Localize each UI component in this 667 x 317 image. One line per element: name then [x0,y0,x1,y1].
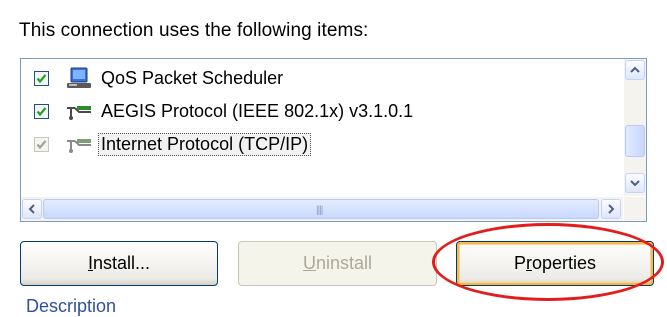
items-list-heading: This connection uses the following items… [19,20,369,41]
chevron-right-icon [608,204,615,214]
properties-label-post: operties [531,253,597,273]
properties-label-pre: P [513,253,526,273]
uninstall-label-post: ninstall [315,253,373,273]
uninstall-button[interactable]: Uninstall [238,241,437,286]
components-listbox[interactable]: QoS Packet Scheduler AEGIS Protocol (IEE… [20,58,647,222]
horizontal-scroll-thumb[interactable]: |||| [43,199,599,219]
scroll-down-button[interactable] [625,173,645,193]
install-button[interactable]: Install... [20,241,218,286]
protocol-icon [65,133,93,157]
network-service-icon [65,67,93,91]
scrollbar-corner [624,197,646,221]
aegis-label: AEGIS Protocol (IEEE 802.1x) v3.1.0.1 [101,101,414,121]
description-groupbox-label: Description [26,296,117,316]
protocol-icon [65,100,93,124]
uninstall-label-accel: U [302,253,316,273]
tcpip-checkbox[interactable] [34,137,49,152]
qos-label: QoS Packet Scheduler [101,68,284,88]
scroll-left-button[interactable] [22,199,42,219]
chevron-up-icon [630,66,640,73]
tcpip-label: Internet Protocol (TCP/IP) [98,133,312,156]
qos-checkbox[interactable] [34,71,49,86]
components-list-area: QoS Packet Scheduler AEGIS Protocol (IEE… [21,59,623,196]
chevron-left-icon [28,204,35,214]
properties-button[interactable]: Pr operties [456,241,654,286]
chevron-down-icon [630,180,640,187]
vertical-scrollbar[interactable] [624,59,646,196]
vertical-scroll-thumb[interactable] [625,125,645,157]
scroll-up-button[interactable] [625,60,645,80]
install-label-post: nstall... [92,253,151,273]
scroll-right-button[interactable] [601,199,621,219]
grip-icon: |||| [316,205,323,216]
horizontal-scrollbar[interactable]: |||| [21,197,623,221]
aegis-checkbox[interactable] [34,104,49,119]
